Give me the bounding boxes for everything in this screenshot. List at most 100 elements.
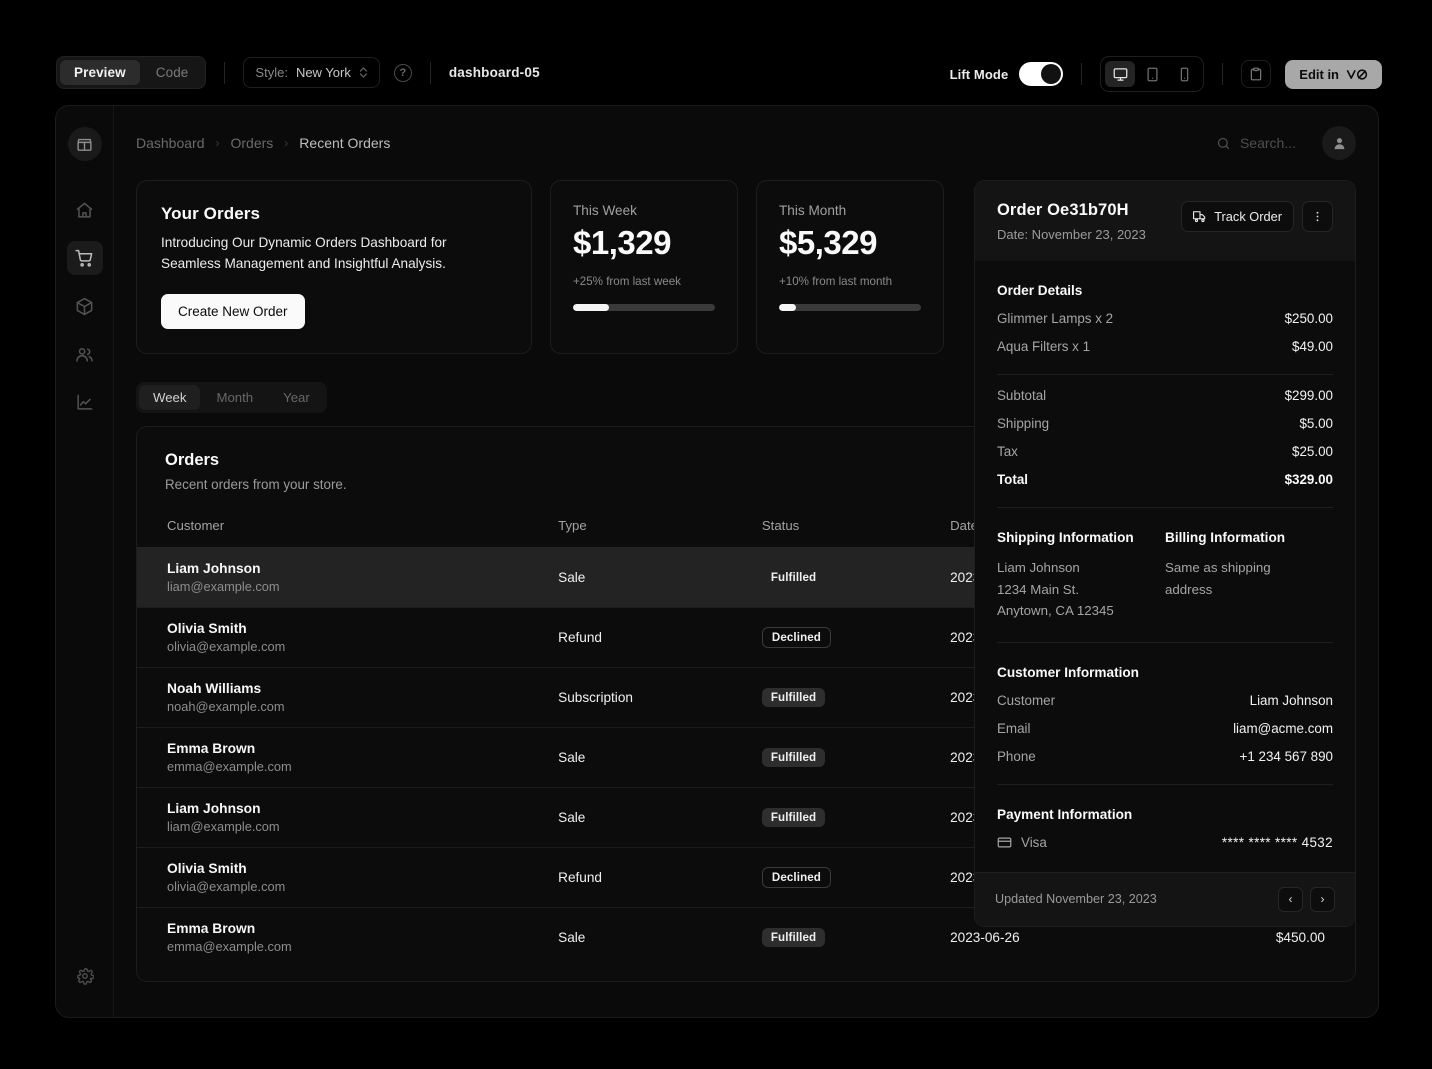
help-icon[interactable]: ? [394,64,412,82]
shipping-information: Shipping Information Liam Johnson 1234 M… [997,530,1165,622]
file-name-label: dashboard-05 [449,65,540,80]
sidebar-nav [67,193,103,419]
app-header: Dashboard › Orders › Recent Orders Searc… [114,106,1378,180]
customer-email: emma@example.com [167,759,558,774]
customer-information: Customer Information Customer Liam Johns… [997,665,1333,764]
shipping-address: Liam Johnson 1234 Main St. Anytown, CA 1… [997,557,1165,622]
pagination: ‹ › [1278,887,1335,912]
code-tab[interactable]: Code [142,60,203,85]
tab-year[interactable]: Year [269,385,324,410]
cell-status: Fulfilled [762,728,950,788]
style-select[interactable]: Style: New York [243,57,379,88]
device-size-group [1100,56,1204,92]
customer-email-row: Email liam@acme.com [997,721,1333,736]
sidebar-item-analytics[interactable] [67,385,103,419]
status-badge: Fulfilled [762,928,825,947]
breadcrumb-item-orders[interactable]: Orders [231,135,274,151]
order-item-label: Aqua Filters x 1 [997,339,1090,354]
column-customer: Customer [137,518,558,548]
total-value: $329.00 [1285,472,1333,487]
gear-icon [76,967,94,985]
order-item-row: Aqua Filters x 1 $49.00 [997,339,1333,354]
vertical-dots-icon[interactable] [1302,201,1333,232]
customer-phone-row: Phone +1 234 567 890 [997,749,1333,764]
breadcrumb-item-dashboard[interactable]: Dashboard [136,135,205,151]
divider [997,784,1333,785]
search-placeholder: Search... [1240,135,1296,151]
tablet-icon[interactable] [1137,61,1167,87]
subtotal-value: $299.00 [1285,388,1333,403]
user-icon [1331,135,1348,152]
breadcrumb-separator: › [284,136,288,150]
tab-month[interactable]: Month [202,385,267,410]
payment-title: Payment Information [997,807,1333,822]
breadcrumb: Dashboard › Orders › Recent Orders [136,135,390,151]
customer-email: olivia@example.com [167,879,558,894]
address-columns: Shipping Information Liam Johnson 1234 M… [997,530,1333,622]
order-detail-body: Order Details Glimmer Lamps x 2 $250.00 … [975,261,1355,850]
customer-name: Liam Johnson [167,561,558,576]
customer-email: olivia@example.com [167,639,558,654]
status-badge: Fulfilled [762,688,825,707]
preview-code-segmented-control[interactable]: Preview Code [56,56,206,89]
stat-change: +10% from last month [779,275,921,288]
billing-address: Same as shipping address [1165,557,1285,600]
avatar[interactable] [1322,126,1356,160]
customer-email: liam@example.com [167,819,558,834]
edit-in-v0-button[interactable]: Edit in [1285,60,1382,89]
order-id: Order Oe31b70H [997,201,1146,220]
toggle-knob [1041,64,1061,84]
divider [997,642,1333,643]
stat-progress-bar [573,304,715,311]
customer-email: noah@example.com [167,699,558,714]
customer-email-value[interactable]: liam@acme.com [1233,721,1333,736]
customer-phone-value[interactable]: +1 234 567 890 [1240,749,1333,764]
stat-progress-bar [779,304,921,311]
search-input[interactable]: Search... [1216,135,1296,151]
track-order-button[interactable]: Track Order [1181,201,1294,232]
desktop-icon[interactable] [1105,61,1135,87]
breadcrumb-item-recent-orders[interactable]: Recent Orders [299,135,390,151]
create-new-order-button[interactable]: Create New Order [161,294,305,329]
sidebar-item-orders[interactable] [67,241,103,275]
tax-row: Tax $25.00 [997,444,1333,459]
sidebar [56,106,114,1017]
mobile-icon[interactable] [1169,61,1199,87]
customer-name-row: Customer Liam Johnson [997,693,1333,708]
cell-status: Fulfilled [762,788,950,848]
customer-title: Customer Information [997,665,1333,680]
tax-value: $25.00 [1292,444,1333,459]
customer-name: Emma Brown [167,741,558,756]
cell-type: Sale [558,908,762,968]
cell-customer: Olivia Smitholivia@example.com [137,608,558,668]
credit-card-icon [997,835,1012,850]
sidebar-item-home[interactable] [67,193,103,227]
lift-mode-label: Lift Mode [950,67,1009,82]
cell-customer: Liam Johnson liam@example.com [137,548,558,608]
cell-status: Declined [762,848,950,908]
preview-frame: Dashboard › Orders › Recent Orders Searc… [55,105,1379,1018]
previous-order-button[interactable]: ‹ [1278,887,1303,912]
stat-card-this-week: This Week $1,329 +25% from last week [550,180,738,354]
search-icon [1216,136,1231,151]
sidebar-item-settings[interactable] [67,959,103,993]
cell-status: Fulfilled [762,548,950,608]
sidebar-item-products[interactable] [67,289,103,323]
lift-mode-toggle[interactable] [1019,62,1063,86]
order-item-value: $49.00 [1292,339,1333,354]
payment-brand-label: Visa [1021,835,1047,850]
customer-email: liam@example.com [167,579,558,594]
next-order-button[interactable]: › [1310,887,1335,912]
stat-value: $1,329 [573,224,715,262]
order-detail-footer: Updated November 23, 2023 ‹ › [975,872,1355,926]
order-detail-header: Order Oe31b70H Date: November 23, 2023 T… [975,181,1355,261]
stat-card-this-month: This Month $5,329 +10% from last month [756,180,944,354]
sidebar-item-customers[interactable] [67,337,103,371]
preview-tab[interactable]: Preview [60,60,140,85]
payment-card-row: Visa **** **** **** 4532 [997,835,1333,850]
app-logo-package-icon[interactable] [68,127,102,161]
v0-logo-icon [1346,68,1368,81]
clipboard-icon[interactable] [1241,60,1271,88]
tab-week[interactable]: Week [139,385,200,410]
column-status: Status [762,518,950,548]
